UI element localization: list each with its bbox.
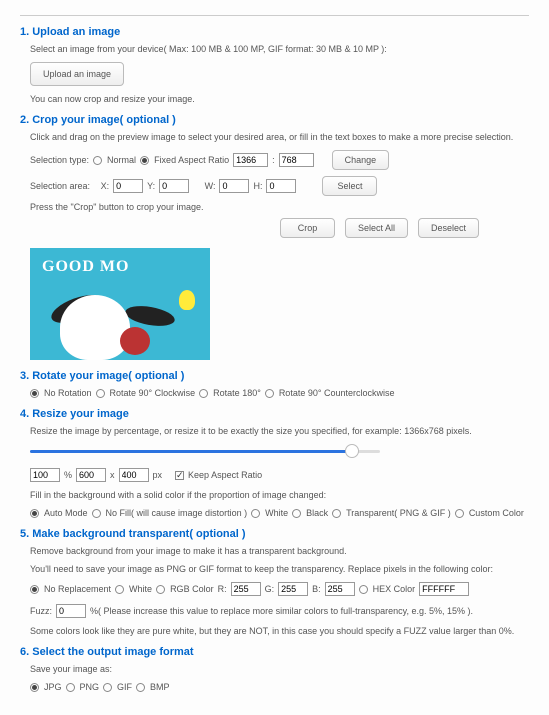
radio-automode[interactable] <box>30 509 39 518</box>
aspect-h-input[interactable] <box>279 153 314 167</box>
rot-opt-2: Rotate 180° <box>213 388 261 398</box>
h-label: H: <box>253 181 262 191</box>
bgfill-hint: Fill in the background with a solid colo… <box>30 490 529 500</box>
section-5-title: 5. Make background transparent( optional… <box>20 528 529 540</box>
fuzz-label: Fuzz: <box>30 606 52 616</box>
radio-rgb[interactable] <box>156 585 165 594</box>
fmt-3: BMP <box>150 682 170 692</box>
section-2-title: 2. Crop your image( optional ) <box>20 114 529 126</box>
radio-jpg[interactable] <box>30 683 39 692</box>
upload-desc: Select an image from your device( Max: 1… <box>30 44 529 54</box>
fill-opt-0: Auto Mode <box>44 508 88 518</box>
rot-opt-0: No Rotation <box>44 388 92 398</box>
section-4-title: 4. Resize your image <box>20 408 529 420</box>
fmt-0: JPG <box>44 682 62 692</box>
radio-normal[interactable] <box>93 156 102 165</box>
seltype-label: Selection type: <box>30 155 89 165</box>
x-sep: x <box>110 470 115 480</box>
resize-w-input[interactable] <box>76 468 106 482</box>
rot-opt-3: Rotate 90° Counterclockwise <box>279 388 395 398</box>
fill-opt-3: Black <box>306 508 328 518</box>
preview-image-text: GOOD MO <box>42 258 129 276</box>
pct-label: % <box>64 470 72 480</box>
fuzz-input[interactable] <box>56 604 86 618</box>
radio-gif[interactable] <box>103 683 112 692</box>
section-1-title: 1. Upload an image <box>20 26 529 38</box>
fuzz-hint: %( Please increase this value to replace… <box>90 606 473 616</box>
rgb-b-input[interactable] <box>325 582 355 596</box>
radio-filltransparent[interactable] <box>332 509 341 518</box>
crop-desc: Click and drag on the preview image to s… <box>30 132 529 142</box>
keep-aspect-label: Keep Aspect Ratio <box>188 470 262 480</box>
trans-rgb: RGB Color <box>170 584 214 594</box>
radio-norotation[interactable] <box>30 389 39 398</box>
radio-rot180[interactable] <box>199 389 208 398</box>
radio-rot90cw[interactable] <box>96 389 105 398</box>
fill-opt-4: Transparent( PNG & GIF ) <box>346 508 451 518</box>
rgb-g-input[interactable] <box>278 582 308 596</box>
fill-opt-5: Custom Color <box>469 508 524 518</box>
section-6-title: 6. Select the output image format <box>20 646 529 658</box>
radio-fillwhite[interactable] <box>251 509 260 518</box>
deselect-button[interactable]: Deselect <box>418 218 479 238</box>
selarea-label: Selection area: <box>30 181 90 191</box>
press-hint: Press the "Crop" button to crop your ima… <box>30 202 203 212</box>
aspect-sep: : <box>272 155 275 165</box>
upload-button[interactable]: Upload an image <box>30 62 124 86</box>
crop-button[interactable]: Crop <box>280 218 335 238</box>
selarea-x[interactable] <box>113 179 143 193</box>
selarea-y[interactable] <box>159 179 189 193</box>
image-preview[interactable]: GOOD MO <box>30 248 210 360</box>
resize-slider[interactable] <box>30 444 380 458</box>
trans-d2: You'll need to save your image as PNG or… <box>30 564 529 574</box>
g-label: G: <box>265 584 275 594</box>
upload-hint: You can now crop and resize your image. <box>30 94 529 104</box>
trans-hex: HEX Color <box>373 584 416 594</box>
rgb-r-input[interactable] <box>231 582 261 596</box>
change-button[interactable]: Change <box>332 150 390 170</box>
radio-fixed[interactable] <box>140 156 149 165</box>
trans-noreplace: No Replacement <box>44 584 111 594</box>
section-3-title: 3. Rotate your image( optional ) <box>20 370 529 382</box>
resize-pct-input[interactable] <box>30 468 60 482</box>
radio-fillcustom[interactable] <box>455 509 464 518</box>
fill-opt-2: White <box>265 508 288 518</box>
save-desc: Save your image as: <box>30 664 529 674</box>
resize-desc: Resize the image by percentage, or resiz… <box>30 426 529 436</box>
radio-noreplace[interactable] <box>30 585 39 594</box>
y-label: Y: <box>147 181 155 191</box>
radio-transwhite[interactable] <box>115 585 124 594</box>
opt-normal: Normal <box>107 155 136 165</box>
radio-fillblack[interactable] <box>292 509 301 518</box>
resize-h-input[interactable] <box>119 468 149 482</box>
x-label: X: <box>101 181 110 191</box>
fmt-1: PNG <box>80 682 100 692</box>
selarea-w[interactable] <box>219 179 249 193</box>
hex-input[interactable] <box>419 582 469 596</box>
fill-opt-1: No Fill( will cause image distortion ) <box>106 508 248 518</box>
radio-rot90ccw[interactable] <box>265 389 274 398</box>
fmt-2: GIF <box>117 682 132 692</box>
opt-fixed: Fixed Aspect Ratio <box>154 155 229 165</box>
aspect-w-input[interactable] <box>233 153 268 167</box>
select-button[interactable]: Select <box>322 176 377 196</box>
px-label: px <box>153 470 163 480</box>
radio-nofill[interactable] <box>92 509 101 518</box>
selectall-button[interactable]: Select All <box>345 218 408 238</box>
radio-hex[interactable] <box>359 585 368 594</box>
trans-d1: Remove background from your image to mak… <box>30 546 529 556</box>
rot-opt-1: Rotate 90° Clockwise <box>110 388 196 398</box>
trans-d3: Some colors look like they are pure whit… <box>30 626 529 636</box>
keep-aspect-checkbox[interactable] <box>175 471 184 480</box>
radio-bmp[interactable] <box>136 683 145 692</box>
w-label: W: <box>205 181 216 191</box>
b-label: B: <box>312 584 321 594</box>
selarea-h[interactable] <box>266 179 296 193</box>
radio-png[interactable] <box>66 683 75 692</box>
trans-white: White <box>129 584 152 594</box>
r-label: R: <box>218 584 227 594</box>
